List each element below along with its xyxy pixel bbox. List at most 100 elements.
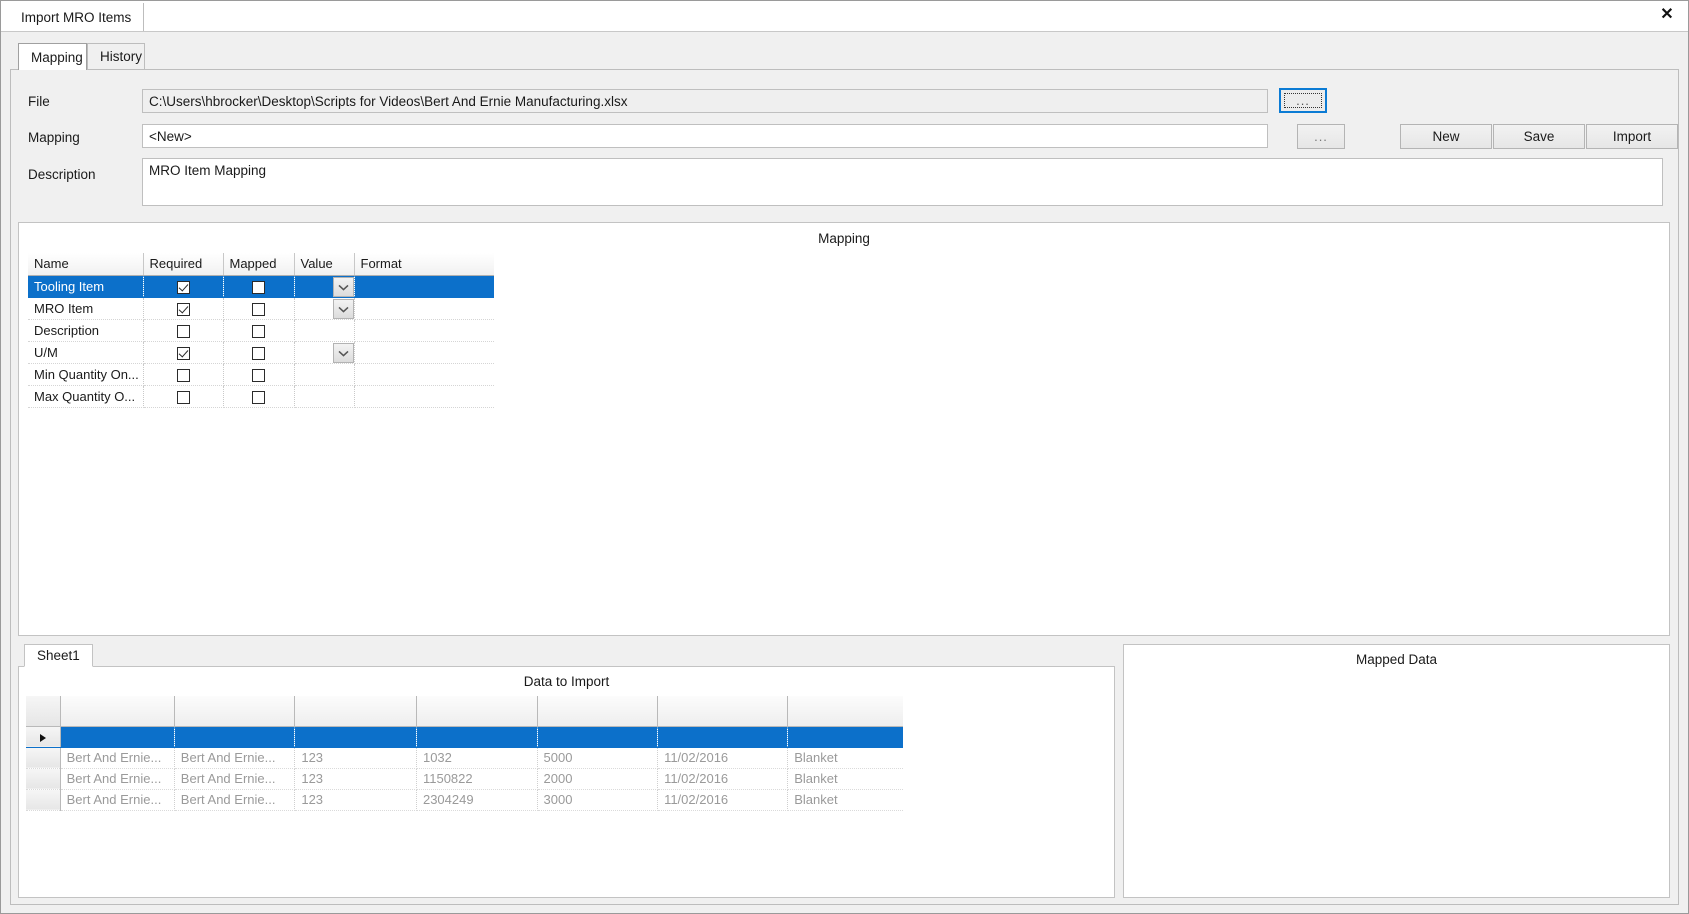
cell-required[interactable] [143,363,224,386]
data-cell[interactable]: 1032 [416,747,538,769]
data-column-header-4[interactable] [416,696,538,727]
table-row[interactable]: Bert And Ernie... Bert And Ernie... 123 … [26,747,903,769]
table-row[interactable]: Min Quantity On... [28,363,494,386]
cell-mapped[interactable] [223,275,295,298]
cell-format[interactable] [354,319,494,342]
browse-mapping-button[interactable]: ... [1297,124,1345,149]
data-cell[interactable] [787,726,903,748]
data-cell[interactable]: Blanket [787,768,903,790]
cell-required[interactable] [143,341,224,364]
row-selector-cell[interactable] [26,768,61,790]
data-column-header-2[interactable] [174,696,296,727]
row-selector-cell[interactable] [26,789,61,811]
data-cell[interactable]: 1150822 [416,768,538,790]
tab-history[interactable]: History [87,43,145,69]
table-row[interactable]: U/M [28,341,494,364]
table-row[interactable]: Tooling Item [28,275,494,298]
data-cell[interactable]: Blanket [787,747,903,769]
description-input[interactable] [142,158,1663,206]
data-cell[interactable]: 11/02/2016 [657,768,789,790]
data-cell[interactable] [537,726,659,748]
required-checkbox[interactable] [176,281,190,295]
chevron-down-icon[interactable] [332,343,354,363]
table-row[interactable]: Bert And Ernie... Bert And Ernie... 123 … [26,768,903,790]
chevron-down-icon[interactable] [332,299,354,319]
mapping-name-input[interactable] [142,124,1268,148]
cell-value[interactable] [294,341,355,364]
data-cell[interactable]: 123 [294,768,417,790]
data-cell[interactable]: Blanket [787,789,903,811]
chevron-down-icon[interactable] [332,277,354,297]
required-checkbox[interactable] [176,325,190,339]
cell-mapped[interactable] [223,341,295,364]
cell-required[interactable] [143,319,224,342]
cell-mapped[interactable] [223,297,295,320]
data-cell[interactable]: Bert And Ernie... [174,789,296,811]
required-checkbox[interactable] [176,391,190,405]
required-checkbox[interactable] [176,347,190,361]
tab-mapping[interactable]: Mapping [18,43,87,70]
browse-file-button[interactable]: ... [1279,88,1327,113]
mapped-checkbox[interactable] [252,347,265,361]
data-cell[interactable] [294,726,417,748]
table-row[interactable]: Description [28,319,494,342]
table-row[interactable]: Bert And Ernie... Bert And Ernie... 123 … [26,789,903,811]
row-selector-header[interactable] [26,696,61,727]
data-cell[interactable]: 5000 [537,747,659,769]
data-cell[interactable]: Bert And Ernie... [174,747,296,769]
import-button[interactable]: Import [1586,124,1678,149]
close-icon[interactable]: ✕ [1656,4,1678,26]
cell-format[interactable] [354,385,494,408]
column-header-mapped[interactable]: Mapped [223,253,295,276]
data-cell[interactable]: 11/02/2016 [657,789,789,811]
data-cell[interactable]: 2304249 [416,789,538,811]
cell-mapped[interactable] [223,385,295,408]
cell-value[interactable] [294,385,355,408]
cell-mapped[interactable] [223,319,295,342]
data-cell[interactable]: Bert And Ernie... [174,768,296,790]
data-cell[interactable] [657,726,789,748]
new-button[interactable]: New [1400,124,1492,149]
file-path-input[interactable] [142,89,1268,113]
column-header-name[interactable]: Name [28,253,144,276]
data-column-header-5[interactable] [537,696,659,727]
table-row[interactable] [26,726,903,748]
sheet-tab-sheet1[interactable]: Sheet1 [24,644,93,667]
cell-value[interactable] [294,319,355,342]
data-cell[interactable]: 2000 [537,768,659,790]
data-column-header-1[interactable] [60,696,175,727]
cell-format[interactable] [354,275,494,298]
cell-value[interactable] [294,363,355,386]
mapped-checkbox[interactable] [252,325,265,339]
row-selector-cell[interactable] [26,726,61,748]
cell-required[interactable] [143,275,224,298]
column-header-format[interactable]: Format [354,253,494,276]
data-cell[interactable]: 3000 [537,789,659,811]
required-checkbox[interactable] [176,303,190,317]
cell-format[interactable] [354,341,494,364]
cell-value[interactable] [294,297,355,320]
data-cell[interactable]: 123 [294,747,417,769]
cell-format[interactable] [354,363,494,386]
data-cell[interactable]: 11/02/2016 [657,747,789,769]
data-column-header-6[interactable] [657,696,789,727]
mapped-checkbox[interactable] [252,391,265,405]
row-selector-cell[interactable] [26,747,61,769]
document-tab-import-mro-items[interactable]: Import MRO Items [9,3,145,31]
required-checkbox[interactable] [176,369,190,383]
cell-required[interactable] [143,297,224,320]
data-column-header-3[interactable] [294,696,417,727]
data-cell[interactable] [416,726,538,748]
mapped-checkbox[interactable] [252,303,265,317]
mapped-checkbox[interactable] [252,281,265,295]
column-header-required[interactable]: Required [143,253,224,276]
table-row[interactable]: MRO Item [28,297,494,320]
data-cell[interactable]: Bert And Ernie... [60,789,175,811]
data-cell[interactable]: Bert And Ernie... [60,747,175,769]
table-row[interactable]: Max Quantity O... [28,385,494,408]
data-cell[interactable] [174,726,296,748]
cell-format[interactable] [354,297,494,320]
cell-value[interactable] [294,275,355,298]
data-column-header-7[interactable] [787,696,903,727]
save-button[interactable]: Save [1493,124,1585,149]
